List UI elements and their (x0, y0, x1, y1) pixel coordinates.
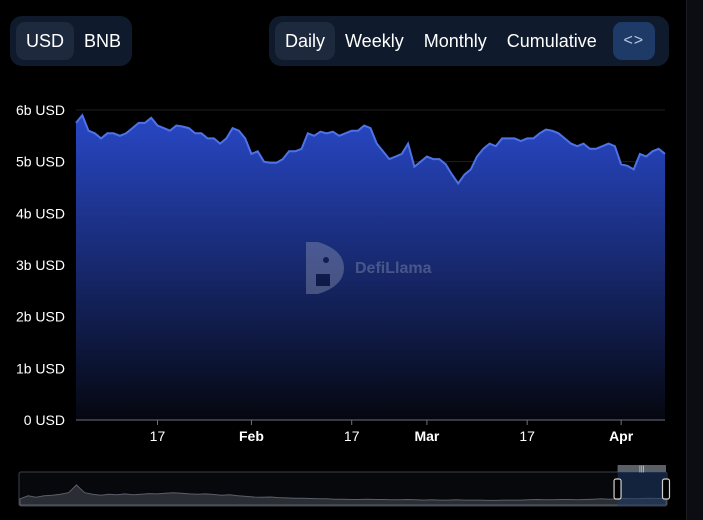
y-axis: 0 USD 1b USD 2b USD 3b USD 4b USD 5b USD 6b US… (16, 102, 65, 428)
currency-bnb-button[interactable]: BNB (74, 22, 131, 60)
y-tick-label: 1b USD (16, 360, 65, 376)
watermark-text: DefiLlama (355, 260, 432, 277)
x-tick-label: 17 (344, 428, 360, 444)
x-tick-label: Mar (414, 428, 439, 444)
brush-selection[interactable] (617, 472, 666, 506)
period-weekly-button[interactable]: Weekly (335, 22, 414, 60)
brush-grip-icon: ||| (639, 466, 645, 473)
period-monthly-button[interactable]: Monthly (414, 22, 497, 60)
period-daily-button[interactable]: Daily (275, 22, 336, 60)
currency-usd-button[interactable]: USD (16, 22, 75, 60)
x-tick-label: 17 (150, 428, 166, 444)
y-tick-label: 6b USD (16, 102, 65, 118)
period-toggle: Daily Weekly Monthly Cumulative <> (269, 16, 669, 66)
brush-handle-right[interactable] (661, 478, 671, 500)
currency-toggle: USD BNB (10, 16, 132, 66)
page-scrollbar[interactable] (686, 0, 703, 520)
x-tick-label: 17 (519, 428, 535, 444)
x-axis: 17 Feb 17 Mar 17 Apr (76, 419, 665, 444)
brush-handle-left[interactable] (613, 478, 622, 500)
y-tick-label: 3b USD (16, 257, 65, 273)
code-brackets-icon: <> (623, 32, 645, 49)
y-tick-label: 0 USD (24, 412, 65, 428)
range-brush[interactable]: ||| (0, 462, 686, 514)
y-tick-label: 2b USD (16, 309, 65, 325)
y-tick-label: 5b USD (16, 154, 65, 170)
volume-area-chart: 0 USD 1b USD 2b USD 3b USD 4b USD 5b USD 6b US… (16, 102, 666, 444)
period-cumulative-button[interactable]: Cumulative (497, 22, 607, 60)
embed-code-button[interactable]: <> (612, 22, 655, 60)
x-tick-label: Feb (239, 428, 264, 444)
x-tick-label: Apr (609, 428, 634, 444)
y-tick-label: 4b USD (16, 205, 65, 221)
